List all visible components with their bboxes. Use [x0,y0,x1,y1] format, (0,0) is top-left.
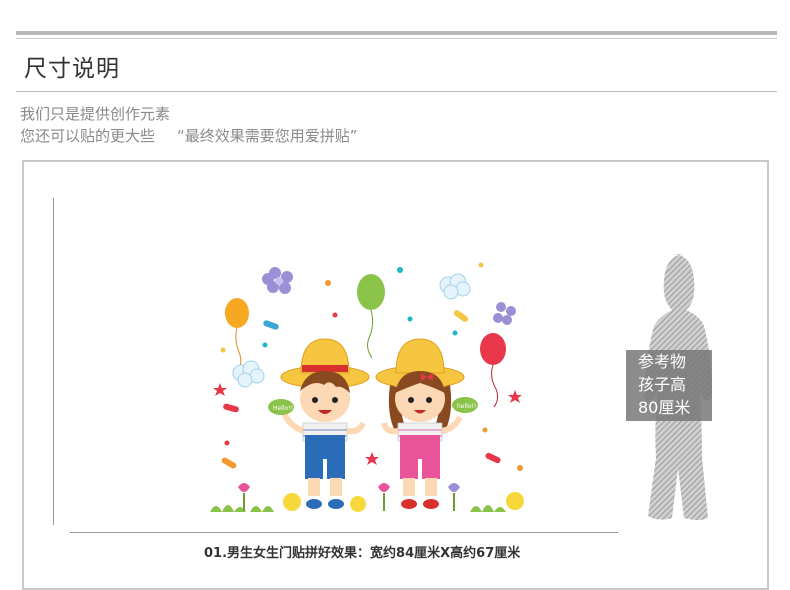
top-rule-thick [16,31,777,35]
cloud-left [232,360,265,388]
description-quote: “最终效果需要您用爱拼贴” [177,127,358,145]
reference-label: 参考物 孩子高 80厘米 [626,350,712,421]
candy [221,310,501,469]
width-guide-line [70,532,618,533]
top-rule-thin [16,38,777,39]
green-balloon [357,274,385,359]
stars [213,383,522,465]
reference-label-line-3: 80厘米 [638,398,691,417]
description-line-2-text: 您还可以贴的更大些 [20,127,156,145]
sticker-artwork: Hello!! hello!! [210,262,524,512]
cloud [439,273,471,300]
girl-speech-bubble: hello!! [457,403,476,410]
height-guide-line [53,198,54,525]
size-caption: 01.男生女生门贴拼好效果：宽约84厘米X高约67厘米 [204,546,521,561]
purple-flower-small [493,302,516,325]
red-balloon [480,333,506,408]
purple-flower [262,267,293,294]
description-line-1: 我们只是提供创作元素 [20,105,171,123]
reference-label-line-1: 参考物 [638,352,687,371]
reference-label-line-2: 孩子高 [638,375,687,394]
description-line-2: 您还可以贴的更大些 “最终效果需要您用爱拼贴” [20,125,358,146]
boy-figure: Hello!! [268,338,370,509]
section-title: 尺寸说明 [24,56,120,82]
title-divider [16,91,777,92]
orange-balloon [225,298,249,373]
girl-figure: hello!! [375,338,478,509]
boy-speech-bubble: Hello!! [273,405,293,412]
